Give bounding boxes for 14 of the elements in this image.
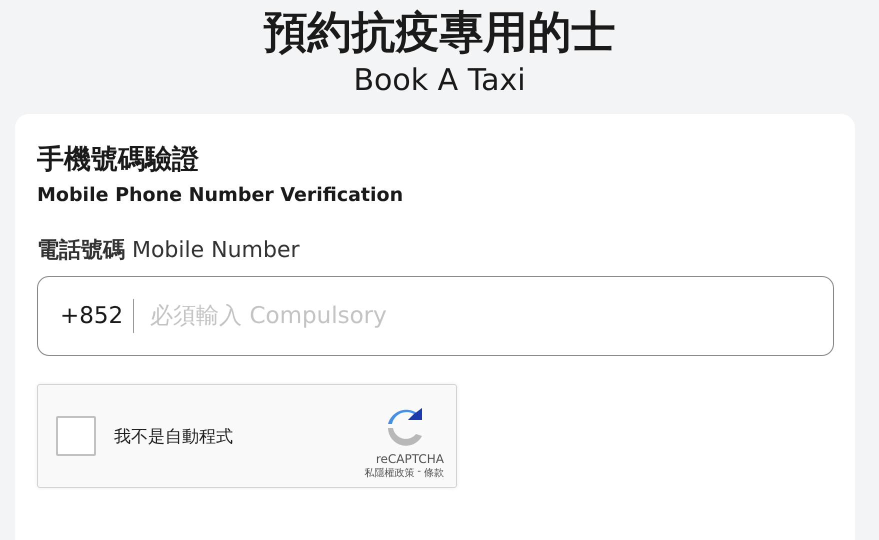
phone-input[interactable]: 必須輸入 Compulsory bbox=[148, 302, 833, 330]
phone-field[interactable]: +852 必須輸入 Compulsory bbox=[37, 276, 834, 356]
country-code: +852 bbox=[60, 299, 134, 333]
privacy-link[interactable]: 私隱權政策 bbox=[364, 466, 414, 480]
captcha-label: 我不是自動程式 bbox=[114, 426, 234, 448]
page-subtitle: Book A Taxi bbox=[353, 62, 526, 100]
recaptcha-brand: reCAPTCHA bbox=[376, 452, 444, 466]
field-label: 電話號碼 Mobile Number bbox=[37, 237, 300, 265]
terms-link[interactable]: 條款 bbox=[424, 466, 444, 480]
section-heading: 手機號碼驗證 bbox=[37, 143, 199, 177]
link-separator: - bbox=[417, 466, 421, 479]
section-subheading: Mobile Phone Number Verification bbox=[37, 183, 404, 208]
captcha-checkbox[interactable] bbox=[56, 416, 96, 456]
page-title: 預約抗疫專用的士 bbox=[264, 6, 616, 60]
